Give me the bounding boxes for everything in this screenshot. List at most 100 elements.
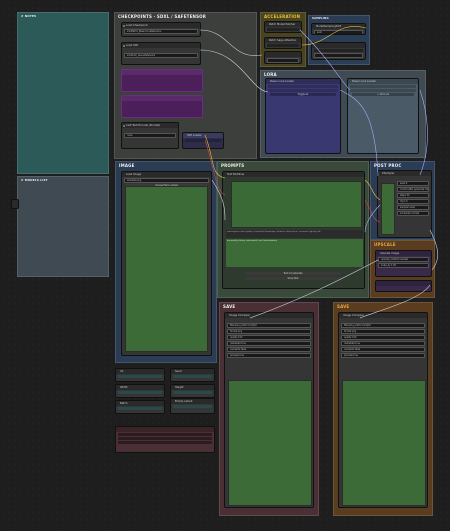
format-field[interactable]: format png	[227, 329, 311, 334]
clip-value-select[interactable]: none	[124, 133, 176, 138]
int-node[interactable]: Int	[115, 368, 165, 382]
negative-prompt-text[interactable]: low quality, blurry, watermark, text, ba…	[226, 239, 363, 267]
height-node[interactable]: Height	[170, 384, 215, 398]
image-compare-left[interactable]: Image Compare filename_prefix ComfyUI fo…	[224, 312, 314, 508]
vae-loader-node[interactable]: VAE Loader	[182, 132, 224, 149]
seed-node[interactable]: Seed	[170, 368, 215, 382]
node-title: ModelSamplingSD3	[316, 25, 342, 28]
empty-latent-node[interactable]: Empty Latent	[170, 398, 215, 414]
steps-field[interactable]: steps 30	[397, 193, 429, 198]
compare-preview-right	[342, 380, 426, 506]
node-title: Load VAE	[126, 44, 139, 47]
notes-group[interactable]: # NOTES	[17, 12, 109, 174]
sampler-preview	[381, 183, 395, 235]
compare-preview-left	[228, 380, 312, 506]
upscale-node[interactable]: Upscale Image upscale_method nearest sca…	[375, 250, 432, 277]
text-concat-button[interactable]: Text Concatenate	[245, 272, 341, 275]
sampling-title: SAMPLING	[312, 17, 329, 20]
sampling-node-b[interactable]	[311, 42, 366, 60]
lora-loader-left[interactable]: Power Lora Loader Toggle All	[265, 78, 341, 154]
show-text-button[interactable]: Show Text	[245, 277, 341, 280]
reroute-node[interactable]	[11, 199, 19, 209]
clip-encode-node-a[interactable]	[121, 69, 203, 92]
node-collapse-dot[interactable]	[123, 44, 125, 47]
overwrite-field[interactable]: overwrite false	[341, 347, 425, 352]
prompts-title: PROMPTS	[221, 163, 245, 168]
node-collapse-dot[interactable]	[123, 24, 125, 27]
prompt-box-top[interactable]	[231, 181, 362, 228]
filename-field[interactable]: filename_prefix ComfyUI	[227, 323, 311, 328]
node-title: Power Lora Loader	[352, 80, 377, 83]
load-vae-node[interactable]: Load VAE sdxl/sdxl_vae.safetensors	[121, 42, 201, 65]
node-title: VAE Loader	[187, 134, 202, 137]
image-compare-right[interactable]: Image Compare filename_prefix ComfyUI fo…	[338, 312, 428, 508]
upscale-method-select[interactable]: upscale_method nearest	[378, 257, 429, 262]
node-title: Load Checkpoint	[126, 24, 148, 27]
overwrite-field[interactable]: overwrite false	[227, 347, 311, 352]
node-title: Patch Sage Attention	[269, 39, 297, 42]
load-image-node[interactable]: Load Image example.png choose file to up…	[121, 171, 212, 356]
sampling-select[interactable]: auto	[314, 30, 363, 34]
node-title: KSampler	[382, 172, 395, 175]
node-canvas[interactable]: # NOTES # MODELS LIST CHECKPOINTS · SDXL…	[0, 0, 450, 531]
post-proc-title: POST PROC	[374, 163, 402, 168]
preview-field[interactable]: preview true	[341, 353, 425, 358]
cfg-field[interactable]: cfg 7.0	[397, 199, 429, 204]
metadata-field[interactable]: metadata true	[341, 341, 425, 346]
acceleration-title: ACCELERATION	[264, 14, 301, 19]
scheduler-field[interactable]: scheduler normal	[397, 211, 429, 216]
toggle-all-button[interactable]: Toggle All	[270, 93, 336, 96]
node-title: Width	[120, 386, 128, 389]
control-field[interactable]: control after generate: fixed	[397, 187, 429, 192]
vae-name-select[interactable]: sdxl/sdxl_vae.safetensors	[124, 53, 198, 58]
image-preview	[125, 186, 208, 352]
vae-slot	[124, 49, 198, 52]
lora-loader-right[interactable]: Power Lora Loader + Add Lora	[347, 78, 419, 154]
quality-field[interactable]: quality 100	[227, 335, 311, 340]
node-title: Text Multiline	[227, 173, 245, 176]
node-title: Int	[120, 370, 124, 373]
sampler-field[interactable]: sampler euler	[397, 205, 429, 210]
ckpt-name-select[interactable]: sdxl/SDXL_Base1.0.safetensors	[124, 29, 198, 34]
patch-model-node[interactable]: Patch Model Patcher	[264, 21, 302, 33]
text-concat-node[interactable]	[115, 426, 215, 453]
node-title: Power Lora Loader	[270, 80, 295, 83]
node-title: Load Image	[126, 173, 142, 176]
quality-field[interactable]: quality 100	[341, 335, 425, 340]
node-title: Seed	[175, 370, 182, 373]
prompt-text[interactable]: masterpiece, best quality, a beautiful l…	[226, 230, 363, 238]
batch-node[interactable]: Batch	[115, 400, 165, 414]
patch-sage-node[interactable]: Patch Sage Attention	[264, 37, 302, 49]
load-checkpoint-node[interactable]: Load Checkpoint sdxl/SDXL_Base1.0.safete…	[121, 22, 201, 37]
seed-field[interactable]: seed 0	[397, 181, 429, 186]
save-left-title: SAVE	[223, 304, 236, 309]
patch-node-c[interactable]	[264, 51, 302, 64]
node-title: Patch Model Patcher	[269, 23, 296, 26]
clip-text-encode-node[interactable]: CLIP Text Encode (Prompt) none	[121, 122, 179, 149]
models-list-group[interactable]: # MODELS LIST	[17, 176, 109, 277]
prompt-text-node[interactable]: Text Multiline masterpiece, best quality…	[222, 171, 365, 289]
node-title: Upscale Image	[380, 252, 400, 255]
node-title: CLIP Text Encode (Prompt)	[126, 124, 161, 127]
filename-field[interactable]: filename_prefix ComfyUI	[341, 323, 425, 328]
models-list-title: # MODELS LIST	[21, 178, 48, 182]
upscale-node-b[interactable]	[375, 280, 432, 292]
save-right-title: SAVE	[337, 304, 350, 309]
width-node[interactable]: Width	[115, 384, 165, 398]
scale-by-field[interactable]: scale_by 1.50	[378, 263, 429, 268]
node-title: Height	[175, 386, 184, 389]
upscale-title: UPSCALE	[374, 242, 396, 247]
notes-group-title: # NOTES	[21, 14, 37, 18]
model-sampling-node[interactable]: ModelSamplingSD3 auto	[311, 23, 366, 35]
format-field[interactable]: format png	[341, 329, 425, 334]
clip-encode-node-b[interactable]	[121, 95, 203, 118]
node-title: Image Compare	[343, 314, 364, 317]
node-title: Batch	[120, 402, 128, 405]
preview-field[interactable]: preview true	[227, 353, 311, 358]
image-file-select[interactable]: example.png	[124, 178, 209, 183]
metadata-field[interactable]: metadata true	[227, 341, 311, 346]
node-title: Empty Latent	[175, 400, 193, 403]
add-lora-button[interactable]: + Add Lora	[352, 93, 414, 96]
checkpoints-group-title: CHECKPOINTS · SDXL / SAFETENSOR	[118, 14, 207, 19]
ksampler-node[interactable]: KSampler seed 0 control after generate: …	[377, 170, 432, 238]
